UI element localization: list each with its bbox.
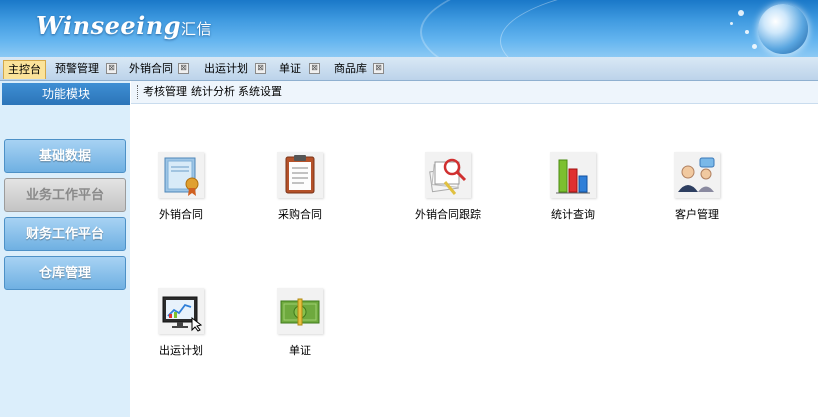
module-basic-data[interactable]: 基础数据 <box>4 139 126 173</box>
app-grid: 外销合同 采购合同 外销合同跟踪 统计查询 客户管理 出运计划 单证 <box>131 104 818 417</box>
separator <box>137 85 139 99</box>
bar-chart-icon <box>550 152 596 198</box>
tab-product-library[interactable]: 商品库 <box>334 60 367 78</box>
module-business-platform[interactable]: 业务工作平台 <box>4 178 126 212</box>
app-label: 单证 <box>289 344 311 357</box>
submenu-bar: 考核管理 统计分析 系统设置 <box>131 81 818 104</box>
submenu-assessment[interactable]: 考核管理 <box>143 81 187 103</box>
monitor-chart-icon <box>158 288 204 334</box>
close-icon[interactable]: ⊠ <box>106 63 117 74</box>
tab-shipping-plan[interactable]: 出运计划 <box>204 60 248 78</box>
tab-main-console[interactable]: 主控台 <box>3 60 46 79</box>
tab-alert-management[interactable]: 预警管理 <box>55 60 99 78</box>
app-label: 采购合同 <box>278 208 322 221</box>
tab-bar: 主控台 预警管理 ⊠ 外销合同 ⊠ 出运计划 ⊠ 单证 ⊠ 商品库 ⊠ <box>0 57 818 81</box>
app-label: 外销合同跟踪 <box>415 208 481 221</box>
sparkle <box>730 22 733 25</box>
app-label: 出运计划 <box>159 344 203 357</box>
app-label: 统计查询 <box>551 208 595 221</box>
logo-cn: 汇信 <box>181 20 213 38</box>
sidebar: 功能模块 基础数据 业务工作平台 财务工作平台 仓库管理 <box>0 81 130 417</box>
logo: Winseeing汇信 <box>36 11 212 40</box>
customer-icon <box>674 152 720 198</box>
module-finance-platform[interactable]: 财务工作平台 <box>4 217 126 251</box>
close-icon[interactable]: ⊠ <box>309 63 320 74</box>
sparkle <box>745 30 749 34</box>
app-label: 外销合同 <box>159 208 203 221</box>
sparkle <box>752 44 757 49</box>
header-banner: Winseeing汇信 <box>0 0 818 57</box>
tab-export-contract[interactable]: 外销合同 <box>129 60 173 78</box>
tab-documents[interactable]: 单证 <box>279 60 301 78</box>
submenu-statistics[interactable]: 统计分析 <box>191 81 235 103</box>
close-icon[interactable]: ⊠ <box>373 63 384 74</box>
sidebar-title: 功能模块 <box>2 83 130 105</box>
submenu-settings[interactable]: 系统设置 <box>238 81 282 103</box>
certificate-icon <box>158 152 204 198</box>
sparkle <box>738 10 744 16</box>
clipboard-icon <box>277 152 323 198</box>
app-label: 客户管理 <box>675 208 719 221</box>
logo-text: Winseeing <box>36 11 181 40</box>
banknote-icon <box>277 288 323 334</box>
close-icon[interactable]: ⊠ <box>255 63 266 74</box>
close-icon[interactable]: ⊠ <box>178 63 189 74</box>
globe-icon <box>758 4 808 54</box>
document-search-icon <box>425 152 471 198</box>
module-warehouse[interactable]: 仓库管理 <box>4 256 126 290</box>
